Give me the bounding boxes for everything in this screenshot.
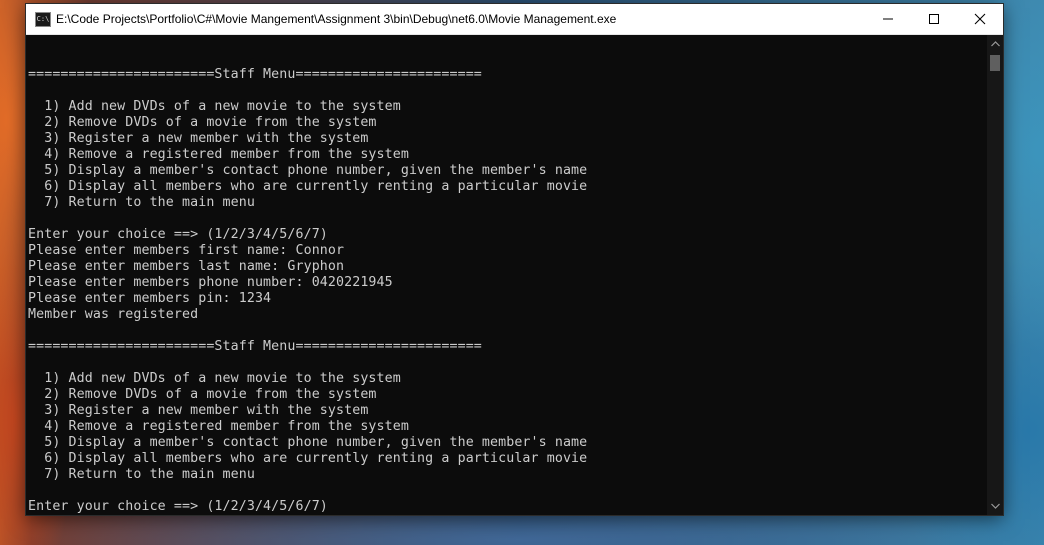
- console-line: Please enter members last name: Gryphon: [28, 259, 345, 274]
- console-line: 2) Remove DVDs of a movie from the syste…: [28, 387, 377, 402]
- console-line: 6) Display all members who are currently…: [28, 451, 588, 466]
- console-line: 1) Add new DVDs of a new movie to the sy…: [28, 99, 401, 114]
- window-title: E:\Code Projects\Portfolio\C#\Movie Mang…: [56, 12, 617, 26]
- scroll-down-arrow-icon: [990, 503, 1000, 509]
- console-line: 5) Display a member's contact phone numb…: [28, 435, 588, 450]
- minimize-icon: [883, 18, 893, 20]
- console-line: 7) Return to the main menu: [28, 467, 255, 482]
- scroll-up-arrow-icon: [990, 41, 1000, 47]
- console-line: Please enter members first name: Connor: [28, 243, 345, 258]
- scroll-thumb[interactable]: [990, 55, 1000, 71]
- console-line: 7) Return to the main menu: [28, 195, 255, 210]
- close-icon: [974, 13, 986, 25]
- scroll-up-button[interactable]: [987, 36, 1003, 52]
- console-app-icon: C:\: [35, 12, 51, 27]
- console-line: Please enter members phone number: 04202…: [28, 275, 393, 290]
- console-text-area: =======================Staff Menu=======…: [28, 51, 587, 515]
- console-line: =======================Staff Menu=======…: [28, 67, 482, 82]
- console-line: 2) Remove DVDs of a movie from the syste…: [28, 115, 377, 130]
- console-line: Enter your choice ==> (1/2/3/4/5/6/7): [28, 227, 328, 242]
- title-bar[interactable]: C:\ E:\Code Projects\Portfolio\C#\Movie …: [26, 4, 1003, 35]
- close-button[interactable]: [957, 4, 1003, 34]
- scroll-down-button[interactable]: [987, 498, 1003, 514]
- console-line: 5) Display a member's contact phone numb…: [28, 163, 588, 178]
- maximize-button[interactable]: [911, 4, 957, 34]
- console-line: Member was registered: [28, 307, 199, 322]
- vertical-scrollbar[interactable]: [987, 35, 1003, 515]
- maximize-icon: [929, 14, 939, 24]
- console-line: Enter your choice ==> (1/2/3/4/5/6/7): [28, 499, 328, 514]
- minimize-button[interactable]: [865, 4, 911, 34]
- console-line: 3) Register a new member with the system: [28, 131, 369, 146]
- console-line: 1) Add new DVDs of a new movie to the sy…: [28, 371, 401, 386]
- console-line: 6) Display all members who are currently…: [28, 179, 588, 194]
- console-line: 4) Remove a registered member from the s…: [28, 419, 409, 434]
- console-line: =======================Staff Menu=======…: [28, 339, 482, 354]
- console-line: 4) Remove a registered member from the s…: [28, 147, 409, 162]
- console-window[interactable]: C:\ E:\Code Projects\Portfolio\C#\Movie …: [26, 4, 1003, 515]
- console-output[interactable]: =======================Staff Menu=======…: [26, 35, 987, 515]
- console-line: 3) Register a new member with the system: [28, 403, 369, 418]
- console-line: Please enter members pin: 1234: [28, 291, 272, 306]
